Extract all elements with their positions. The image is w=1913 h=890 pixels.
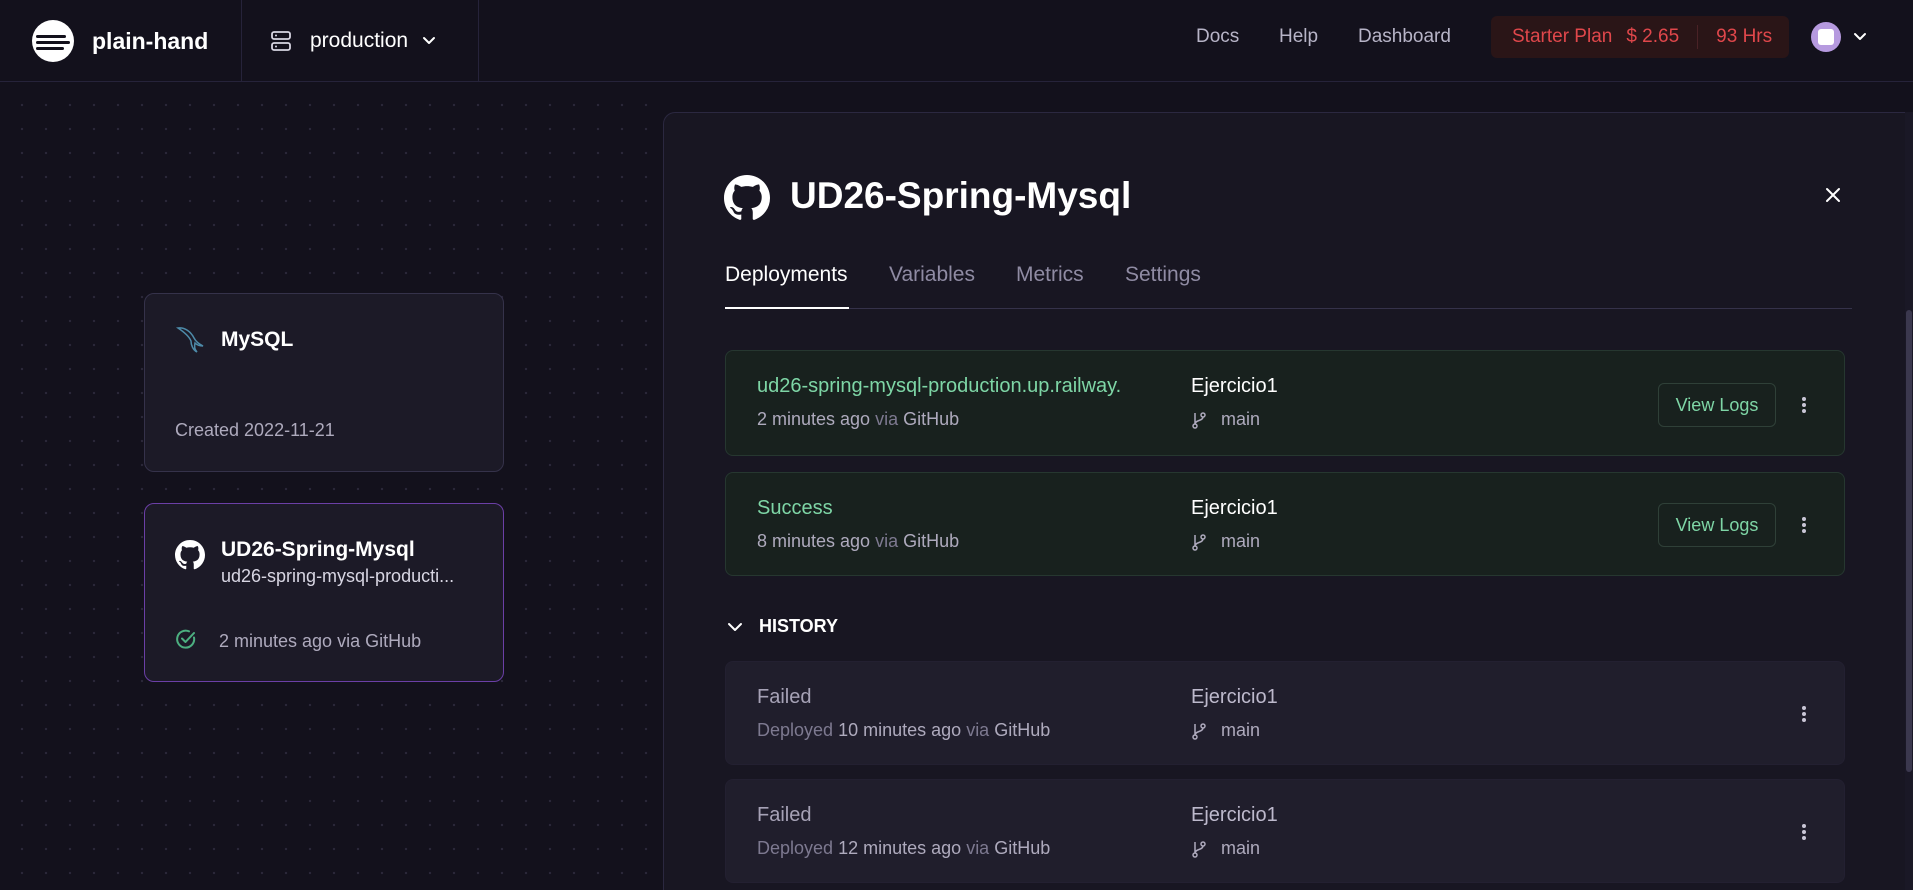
branch-name: main — [1221, 720, 1261, 740]
service-detail-panel: UD26-Spring-Mysql Deployments Variables … — [663, 112, 1913, 890]
deployment-url-link[interactable]: ud26-spring-mysql-production.up.railway. — [757, 375, 1121, 398]
active-tab-indicator — [725, 307, 849, 309]
more-options-icon[interactable] — [1802, 395, 1808, 415]
branch-label: main — [1191, 409, 1260, 430]
deployment-status: Success — [757, 497, 833, 519]
deployment-time: Deployed 10 minutes ago via GitHub — [757, 720, 1050, 741]
commit-message: Ejercicio1 — [1191, 686, 1278, 708]
deployment-time-ago: 2 minutes ago — [757, 409, 871, 429]
plan-hours: 93 Hrs — [1716, 26, 1773, 47]
service-card-ud26-spring-mysql[interactable]: UD26-Spring-Mysql ud26-spring-mysql-prod… — [144, 503, 504, 682]
service-name: MySQL — [221, 328, 294, 351]
commit-message: Ejercicio1 — [1191, 375, 1278, 397]
git-branch-icon — [1192, 533, 1206, 551]
service-name: UD26-Spring-Mysql — [221, 538, 415, 561]
account-chevron-down-icon[interactable] — [1852, 26, 1868, 48]
deployment-row-success[interactable]: Success 8 minutes ago via GitHub Ejercic… — [725, 472, 1845, 576]
branch-label: main — [1191, 720, 1260, 741]
deployment-source: GitHub — [994, 838, 1051, 858]
deployment-status: Failed — [757, 686, 812, 708]
view-logs-button[interactable]: View Logs — [1658, 503, 1776, 547]
more-options-icon[interactable] — [1802, 515, 1808, 535]
environment-name: production — [310, 29, 409, 52]
tab-variables[interactable]: Variables — [889, 263, 975, 287]
project-switcher[interactable]: plain-hand — [0, 0, 242, 82]
service-deploy-status: 2 minutes ago via GitHub — [219, 631, 422, 651]
github-icon — [175, 540, 205, 570]
close-icon[interactable] — [1825, 187, 1841, 203]
panel-scrollbar-thumb[interactable] — [1906, 310, 1912, 772]
commit-message: Ejercicio1 — [1191, 497, 1278, 519]
history-deployment-row[interactable]: Failed Deployed 12 minutes ago via GitHu… — [725, 779, 1845, 883]
service-created-date: Created 2022-11-21 — [175, 420, 335, 440]
more-options-icon[interactable] — [1802, 704, 1808, 724]
branch-label: main — [1191, 838, 1260, 859]
check-circle-icon — [176, 629, 196, 649]
deployment-row-active[interactable]: ud26-spring-mysql-production.up.railway.… — [725, 350, 1845, 456]
tab-deployments[interactable]: Deployments — [725, 263, 848, 287]
history-label: HISTORY — [759, 616, 839, 636]
deployment-time: 8 minutes ago via GitHub — [757, 531, 959, 552]
view-logs-button[interactable]: View Logs — [1658, 383, 1776, 427]
service-card-mysql[interactable]: MySQL Created 2022-11-21 — [144, 293, 504, 472]
environment-selector[interactable]: production — [242, 0, 479, 82]
deployment-via: via — [966, 838, 990, 858]
deployment-via: via — [966, 720, 990, 740]
plan-name: Starter Plan — [1512, 26, 1613, 47]
deployment-via: via — [875, 409, 899, 429]
deployment-source: GitHub — [903, 531, 960, 551]
commit-message: Ejercicio1 — [1191, 804, 1278, 826]
nav-docs-link[interactable]: Docs — [1196, 26, 1239, 48]
chevron-down-icon — [728, 622, 742, 631]
panel-title: UD26-Spring-Mysql — [790, 175, 1132, 216]
branch-name: main — [1221, 531, 1261, 551]
deployment-source: GitHub — [994, 720, 1051, 740]
tab-settings[interactable]: Settings — [1125, 263, 1201, 287]
panel-tabs: Deployments Variables Metrics Settings — [725, 263, 1852, 309]
history-deployment-row[interactable]: Failed Deployed 10 minutes ago via GitHu… — [725, 661, 1845, 765]
server-stack-icon — [271, 31, 291, 51]
branch-name: main — [1221, 838, 1261, 858]
deployment-time: 2 minutes ago via GitHub — [757, 409, 959, 430]
chevron-down-icon — [423, 37, 436, 44]
git-branch-icon — [1192, 840, 1206, 858]
avatar-pattern-icon — [1818, 29, 1834, 45]
deployed-label: Deployed — [757, 720, 834, 740]
deployment-status: Failed — [757, 804, 812, 826]
usage-plan-badge[interactable]: Starter Plan $ 2.65 93 Hrs — [1491, 16, 1789, 58]
plan-cost: $ 2.65 — [1626, 26, 1680, 47]
deployment-source: GitHub — [903, 409, 960, 429]
service-domain: ud26-spring-mysql-producti... — [221, 566, 455, 586]
deployed-label: Deployed — [757, 838, 834, 858]
user-avatar[interactable] — [1811, 22, 1841, 52]
deployment-via: via — [875, 531, 899, 551]
branch-label: main — [1191, 531, 1260, 552]
github-icon — [724, 175, 770, 220]
deployment-time-ago: 12 minutes ago — [838, 838, 962, 858]
deployment-time: Deployed 12 minutes ago via GitHub — [757, 838, 1050, 859]
mysql-dolphin-icon — [175, 327, 204, 353]
deployment-time-ago: 8 minutes ago — [757, 531, 871, 551]
project-canvas[interactable]: MySQL Created 2022-11-21 UD26-Spring-Mys… — [0, 83, 663, 890]
git-branch-icon — [1192, 722, 1206, 740]
history-toggle[interactable]: HISTORY — [727, 616, 838, 637]
plan-divider — [1697, 25, 1699, 49]
branch-name: main — [1221, 409, 1261, 429]
project-name: plain-hand — [92, 27, 209, 54]
nav-help-link[interactable]: Help — [1279, 26, 1318, 48]
railway-logo-icon — [32, 20, 74, 62]
tab-metrics[interactable]: Metrics — [1016, 263, 1084, 287]
git-branch-icon — [1192, 411, 1206, 429]
deployment-time-ago: 10 minutes ago — [838, 720, 962, 740]
top-bar: plain-hand production Docs Help Dashboar… — [0, 0, 1913, 82]
more-options-icon[interactable] — [1802, 822, 1808, 842]
nav-dashboard-link[interactable]: Dashboard — [1358, 26, 1451, 48]
